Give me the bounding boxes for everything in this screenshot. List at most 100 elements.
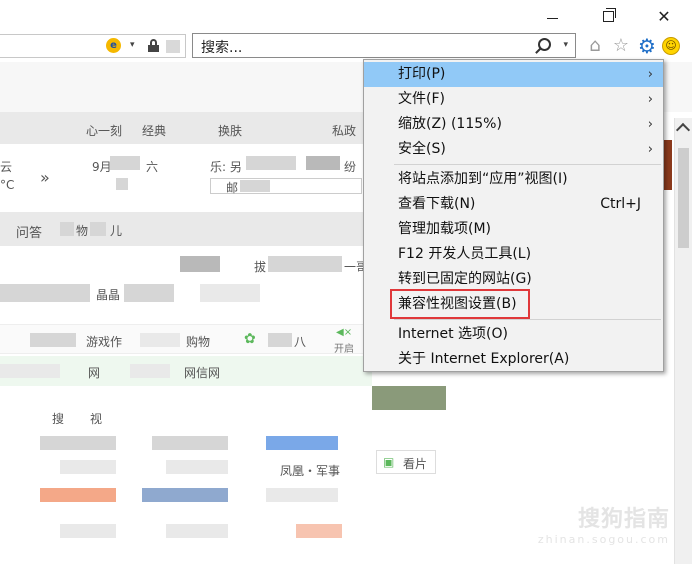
blur-block [296,524,342,538]
menu-item-label: 查看下载(N) [398,196,476,212]
blur-block [266,436,338,450]
feedback-smiley-icon[interactable]: ☺ [662,36,680,55]
blur-block [372,386,446,410]
page-text: °C [0,178,15,192]
page-text: 经典 [142,124,167,138]
star-icon: ✿ [244,331,256,347]
blur-block [60,460,116,474]
blur-block [110,156,140,170]
close-button[interactable]: ✕ [636,0,692,32]
site-link-strip: 网 网信网 [0,356,372,386]
blur-block [268,256,342,272]
menu-item-view-downloads[interactable]: 查看下载(N) Ctrl+J [364,192,663,217]
page-text[interactable]: 儿 [110,222,122,239]
menu-item-print[interactable]: 打印(P) › [364,62,663,87]
minimize-button[interactable] [524,0,580,32]
window-controls: ✕ [524,0,692,32]
menu-item-f12-developer-tools[interactable]: F12 开发人员工具(L) [364,242,663,267]
page-text: 云 [0,160,13,174]
nav-link[interactable]: 购物 [186,333,210,350]
menu-item-add-site-to-apps[interactable]: 将站点添加到“应用”视图(I) [364,167,663,192]
site-link[interactable]: 网信网 [184,364,220,381]
play-icon: ▣ [383,455,395,469]
menu-item-safety[interactable]: 安全(S) › [364,137,663,162]
sound-icon[interactable]: ◀× [336,327,352,338]
tools-gear-icon[interactable]: ⚙ [636,34,658,58]
blur-block [166,524,228,538]
favorites-icon[interactable]: ☆ [610,35,632,57]
blur-block [116,178,128,190]
blur-block [0,284,90,302]
home-icon[interactable]: ⌂ [584,35,606,57]
blur-block [166,460,228,474]
refresh-button[interactable] [166,40,180,53]
site-nav-strip: 游戏作 购物 ✿ 八 ◀× 开启 [0,324,372,355]
ie-logo-icon: e [106,38,121,53]
blur-block [30,333,76,347]
blur-block [240,180,270,192]
menu-item-file[interactable]: 文件(F) › [364,87,663,112]
menu-item-label: 转到已固定的网站(G) [398,271,532,287]
restore-icon [602,7,616,22]
blur-block [40,436,116,450]
page-text[interactable]: 视 [90,410,102,427]
blur-block [152,436,228,450]
menu-item-compatibility-view-settings[interactable]: 兼容性视图设置(B) [364,289,663,319]
page-text[interactable]: » [40,168,50,187]
video-link[interactable]: ▣ 看片 [376,450,436,474]
address-dropdown-icon[interactable]: ▾ [130,40,135,50]
page-text[interactable]: 搜 [52,410,64,427]
menu-item-shortcut: Ctrl+J [600,196,641,212]
blur-block [0,212,372,246]
menu-item-about-ie[interactable]: 关于 Internet Explorer(A) [364,347,663,372]
vertical-scrollbar[interactable] [674,118,692,564]
page-text: 心一刻 [86,124,123,138]
scroll-up-icon[interactable] [675,122,691,138]
close-icon: ✕ [657,6,671,26]
watermark: 搜狗指南 zhinan.sogou.com [538,501,670,546]
site-link[interactable]: 网 [88,364,100,381]
page-text[interactable]: 换肤 [218,122,242,139]
address-bar[interactable]: e ▾ [0,34,186,58]
page-text: 拔 [254,260,267,274]
blur-block [266,488,338,502]
blur-block [124,284,174,302]
sound-toggle-label[interactable]: 开启 [334,340,354,355]
blur-block [180,256,220,272]
menu-item-zoom[interactable]: 缩放(Z) (115%) › [364,112,663,137]
nav-link[interactable]: 八 [294,333,306,350]
restore-button[interactable] [580,0,636,32]
menu-separator [394,319,661,320]
blur-block [200,284,260,302]
page-text[interactable]: 物 [76,222,88,239]
nav-link[interactable]: 游戏作 [86,333,122,350]
page-text[interactable]: 私政 [332,122,356,139]
highlight-annotation-box [390,289,530,319]
blur-block [60,222,74,236]
search-input[interactable]: 搜索... [201,37,242,57]
blur-block [60,524,116,538]
search-icon[interactable] [538,38,551,51]
page-text: 六 [146,160,159,174]
menu-item-label: 安全(S) [398,141,446,157]
search-box[interactable]: 搜索... ▾ [192,33,576,58]
scroll-thumb[interactable] [678,148,689,248]
blur-block [140,333,180,347]
menu-item-label: 关于 Internet Explorer(A) [398,351,570,367]
page-text[interactable]: 问答 [16,222,42,241]
blur-block [0,364,60,378]
chevron-right-icon: › [647,117,653,132]
page-text: 9月 [92,160,112,174]
video-link-label: 看片 [403,457,428,471]
blur-block [246,156,296,170]
minimize-icon [546,17,558,19]
page-text[interactable]: 凤凰・军事 [280,462,340,479]
menu-item-internet-options[interactable]: Internet 选项(O) [364,322,663,347]
blur-block [142,488,228,502]
blur-block [130,364,170,378]
menu-item-manage-addons[interactable]: 管理加载项(M) [364,217,663,242]
chevron-right-icon: › [647,142,653,157]
search-dropdown-icon[interactable]: ▾ [563,40,568,50]
watermark-title: 搜狗指南 [577,507,670,532]
page-text: 乐: 另 [210,160,242,174]
